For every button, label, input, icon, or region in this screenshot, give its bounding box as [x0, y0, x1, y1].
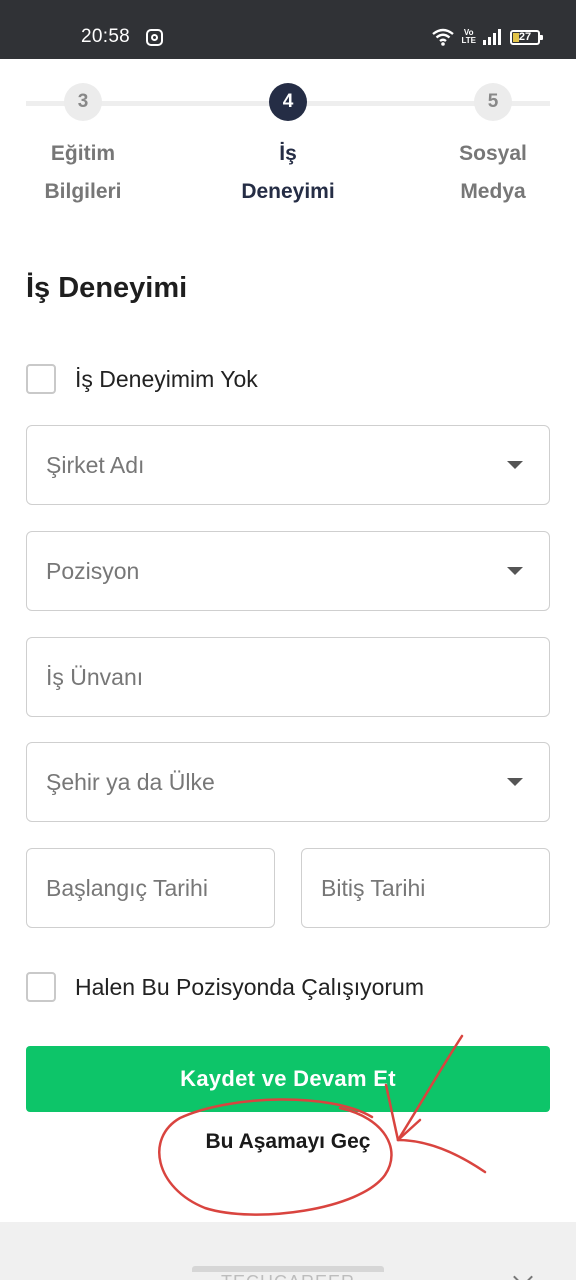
- currently-working-option[interactable]: Halen Bu Pozisyonda Çalışıyorum: [26, 972, 424, 1002]
- step-number: 5: [474, 83, 512, 121]
- job-title-input[interactable]: İş Ünvanı: [26, 637, 550, 717]
- chevron-down-icon: [507, 567, 523, 575]
- step-label-line1: Eğitim: [50, 142, 116, 165]
- page-title: İş Deneyimi: [26, 272, 188, 304]
- step-education[interactable]: 3 Eğitim Bilgileri: [0, 83, 173, 211]
- step-label: İş Deneyimi: [198, 135, 378, 211]
- position-placeholder: Pozisyon: [46, 558, 140, 584]
- wifi-icon: [432, 28, 455, 46]
- end-date-placeholder: Bitiş Tarihi: [321, 875, 426, 901]
- chevron-down-icon[interactable]: [513, 1267, 533, 1280]
- instagram-icon: [146, 29, 163, 46]
- battery-level: 27: [518, 30, 532, 43]
- no-experience-option[interactable]: İş Deneyimim Yok: [26, 364, 258, 394]
- company-name-placeholder: Şirket Adı: [46, 452, 145, 478]
- step-number: 4: [269, 83, 307, 121]
- no-experience-checkbox[interactable]: [26, 364, 56, 394]
- skip-step-link[interactable]: Bu Aşamayı Geç: [140, 1125, 436, 1159]
- currently-working-checkbox[interactable]: [26, 972, 56, 1002]
- step-label-line1: İş: [279, 142, 297, 165]
- signal-icon: [483, 29, 501, 45]
- company-name-select[interactable]: Şirket Adı: [26, 425, 550, 505]
- no-experience-label: İş Deneyimim Yok: [75, 365, 258, 392]
- step-label-line2: Bilgileri: [44, 180, 122, 203]
- footer-brand: TECHCAREER: [192, 1266, 384, 1280]
- footer: TECHCAREER: [0, 1222, 576, 1280]
- step-work-experience[interactable]: 4 İş Deneyimi: [198, 83, 378, 211]
- position-select[interactable]: Pozisyon: [26, 531, 550, 611]
- city-country-placeholder: Şehir ya da Ülke: [46, 769, 215, 795]
- step-social-media[interactable]: 5 Sosyal Medya: [403, 83, 576, 211]
- step-label: Eğitim Bilgileri: [0, 135, 173, 211]
- start-date-input[interactable]: Başlangıç Tarihi: [26, 848, 275, 928]
- status-bar: 20:58 Vo LTE 27: [0, 0, 576, 59]
- step-number: 3: [64, 83, 102, 121]
- volte-icon: Vo LTE: [461, 28, 476, 45]
- job-title-placeholder: İş Ünvanı: [46, 664, 144, 690]
- status-icons: Vo LTE 27: [432, 26, 543, 48]
- start-date-placeholder: Başlangıç Tarihi: [46, 875, 208, 901]
- step-label-line2: Medya: [460, 180, 526, 203]
- status-time: 20:58: [81, 26, 131, 47]
- currently-working-label: Halen Bu Pozisyonda Çalışıyorum: [75, 973, 424, 1000]
- step-label-line1: Sosyal: [459, 142, 527, 165]
- progress-stepper: 3 Eğitim Bilgileri 4 İş Deneyimi 5 Sosya…: [0, 59, 576, 229]
- battery-icon: 27: [510, 29, 543, 45]
- step-label: Sosyal Medya: [403, 135, 576, 211]
- chevron-down-icon: [507, 461, 523, 469]
- city-country-select[interactable]: Şehir ya da Ülke: [26, 742, 550, 822]
- end-date-input[interactable]: Bitiş Tarihi: [301, 848, 550, 928]
- save-and-continue-button[interactable]: Kaydet ve Devam Et: [26, 1046, 550, 1112]
- chevron-down-icon: [507, 778, 523, 786]
- step-label-line2: Deneyimi: [241, 180, 335, 203]
